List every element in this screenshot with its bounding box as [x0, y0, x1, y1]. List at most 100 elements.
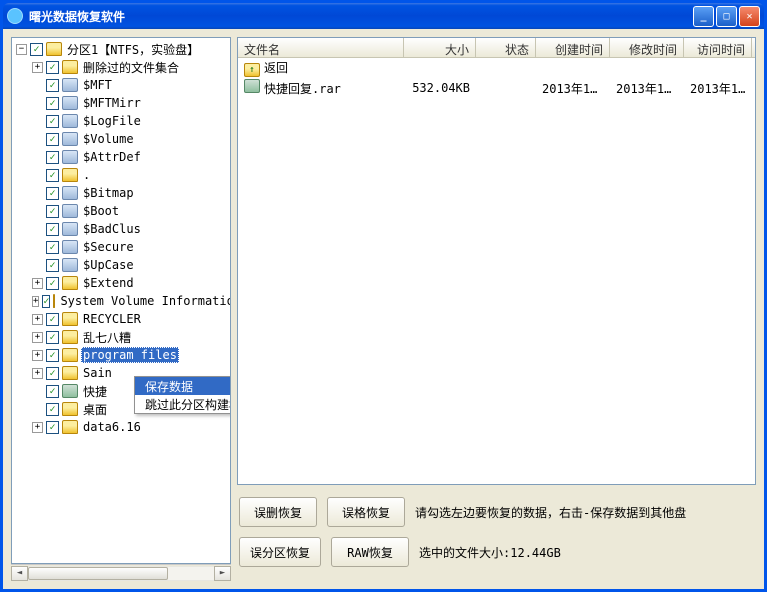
hscrollbar[interactable]: ◄ ► — [11, 564, 231, 581]
tree-view[interactable]: −✓分区1【NTFS，实验盘】+✓删除过的文件集合✓$MFT✓$MFTMirr✓… — [11, 37, 231, 564]
file-list-header[interactable]: 文件名 大小 状态 创建时间 修改时间 访问时间 — [238, 38, 755, 58]
column-mtime[interactable]: 修改时间 — [610, 38, 684, 57]
checkbox[interactable]: ✓ — [46, 349, 59, 362]
undelete-button[interactable]: 误删恢复 — [239, 497, 317, 527]
checkbox[interactable]: ✓ — [46, 115, 59, 128]
tree-item[interactable]: +✓program files — [12, 346, 230, 364]
column-size[interactable]: 大小 — [404, 38, 476, 57]
column-atime[interactable]: 访问时间 — [684, 38, 752, 57]
folder-icon — [62, 420, 78, 434]
tree-item[interactable]: ✓$UpCase — [12, 256, 230, 274]
checkbox[interactable]: ✓ — [46, 97, 59, 110]
checkbox[interactable]: ✓ — [46, 133, 59, 146]
scroll-track[interactable] — [28, 566, 214, 581]
checkbox[interactable]: ✓ — [46, 79, 59, 92]
tree-item[interactable]: +✓$Extend — [12, 274, 230, 292]
expander-icon[interactable]: + — [32, 314, 43, 325]
file-list-body[interactable]: ↑ 返回快捷回复.rar532.04KB2013年10...2013年10...2… — [238, 58, 755, 484]
checkbox[interactable]: ✓ — [46, 169, 59, 182]
tree-item[interactable]: ✓ $Bitmap — [12, 184, 230, 202]
tree-item[interactable]: +✓ System Volume Information — [12, 292, 230, 310]
expander-icon — [32, 242, 43, 253]
tree-item[interactable]: +✓ RECYCLER — [12, 310, 230, 328]
partition-recover-button[interactable]: 误分区恢复 — [239, 537, 321, 567]
tree-item[interactable]: ✓$MFT — [12, 76, 230, 94]
file-row[interactable]: 快捷回复.rar532.04KB2013年10...2013年10...2013… — [238, 78, 755, 98]
column-ctime[interactable]: 创建时间 — [536, 38, 610, 57]
checkbox[interactable]: ✓ — [46, 223, 59, 236]
file-size: 532.04KB — [404, 81, 476, 95]
tree-label: 分区1【NTFS，实验盘】 — [65, 41, 201, 58]
checkbox[interactable]: ✓ — [42, 295, 50, 308]
folder-icon — [62, 348, 78, 362]
column-status[interactable]: 状态 — [476, 38, 536, 57]
expander-icon[interactable]: + — [32, 62, 43, 73]
checkbox[interactable]: ✓ — [46, 313, 59, 326]
sys-icon — [62, 258, 78, 272]
up-label: 返回 — [264, 61, 288, 75]
checkbox[interactable]: ✓ — [46, 385, 59, 398]
expander-icon[interactable]: + — [32, 296, 39, 307]
tree-label: $Bitmap — [81, 186, 136, 200]
tree-item[interactable]: ✓. — [12, 166, 230, 184]
tree-item[interactable]: ✓$Boot — [12, 202, 230, 220]
checkbox[interactable]: ✓ — [46, 151, 59, 164]
tree-item[interactable]: +✓删除过的文件集合 — [12, 58, 230, 76]
expander-icon — [32, 206, 43, 217]
expander-icon — [32, 404, 43, 415]
checkbox[interactable]: ✓ — [46, 61, 59, 74]
checkbox[interactable]: ✓ — [46, 241, 59, 254]
column-name[interactable]: 文件名 — [238, 38, 404, 57]
expander-icon[interactable]: − — [16, 44, 27, 55]
tree-item[interactable]: +✓data6.16 — [12, 418, 230, 436]
tree-item[interactable]: ✓$AttrDef — [12, 148, 230, 166]
expander-icon[interactable]: + — [32, 332, 43, 343]
checkbox[interactable]: ✓ — [46, 205, 59, 218]
checkbox[interactable]: ✓ — [46, 331, 59, 344]
tree-label: $Secure — [81, 240, 136, 254]
context-menu[interactable]: 保存数据跳过此分区构建树 — [134, 376, 231, 414]
minimize-button[interactable]: _ — [693, 6, 714, 27]
scroll-left-button[interactable]: ◄ — [11, 566, 28, 581]
checkbox[interactable]: ✓ — [46, 259, 59, 272]
tree-item[interactable]: ✓$Volume — [12, 130, 230, 148]
tree-item[interactable]: ✓$MFTMirr — [12, 94, 230, 112]
tree-item[interactable]: ✓$LogFile — [12, 112, 230, 130]
sys-icon — [62, 150, 78, 164]
checkbox[interactable]: ✓ — [30, 43, 43, 56]
expander-icon[interactable]: + — [32, 422, 43, 433]
menu-item[interactable]: 保存数据 — [135, 377, 231, 395]
scroll-right-button[interactable]: ► — [214, 566, 231, 581]
maximize-button[interactable]: □ — [716, 6, 737, 27]
checkbox[interactable]: ✓ — [46, 421, 59, 434]
up-folder-icon: ↑ — [244, 63, 260, 77]
selected-size-text: 选中的文件大小:12.44GB — [419, 544, 561, 561]
raw-recover-button[interactable]: RAW恢复 — [331, 537, 409, 567]
sys-icon — [62, 186, 78, 200]
expander-icon[interactable]: + — [32, 368, 43, 379]
tree-item[interactable]: ✓ $Secure — [12, 238, 230, 256]
close-button[interactable]: ✕ — [739, 6, 760, 27]
expander-icon[interactable]: + — [32, 350, 43, 361]
sys-icon — [62, 96, 78, 110]
tree-label: RECYCLER — [81, 312, 143, 326]
scroll-thumb[interactable] — [28, 567, 168, 580]
tree-item[interactable]: +✓乱七八糟 — [12, 328, 230, 346]
expander-icon[interactable]: + — [32, 278, 43, 289]
tree-label: System Volume Information — [58, 294, 231, 308]
app-icon — [7, 8, 23, 24]
unformat-button[interactable]: 误格恢复 — [327, 497, 405, 527]
up-row[interactable]: ↑ 返回 — [238, 58, 755, 78]
folder-icon — [53, 294, 55, 308]
checkbox[interactable]: ✓ — [46, 277, 59, 290]
checkbox[interactable]: ✓ — [46, 367, 59, 380]
tree-root[interactable]: −✓ 分区1【NTFS，实验盘】 — [12, 40, 230, 58]
sys-icon — [62, 204, 78, 218]
checkbox[interactable]: ✓ — [46, 187, 59, 200]
tree-label: Sain — [81, 366, 114, 380]
file-list[interactable]: 文件名 大小 状态 创建时间 修改时间 访问时间 ↑ 返回快捷回复.rar532.… — [237, 37, 756, 485]
tree-item[interactable]: ✓$BadClus — [12, 220, 230, 238]
menu-item[interactable]: 跳过此分区构建树 — [135, 395, 231, 413]
titlebar[interactable]: 曙光数据恢复软件 _ □ ✕ — [3, 3, 764, 29]
checkbox[interactable]: ✓ — [46, 403, 59, 416]
